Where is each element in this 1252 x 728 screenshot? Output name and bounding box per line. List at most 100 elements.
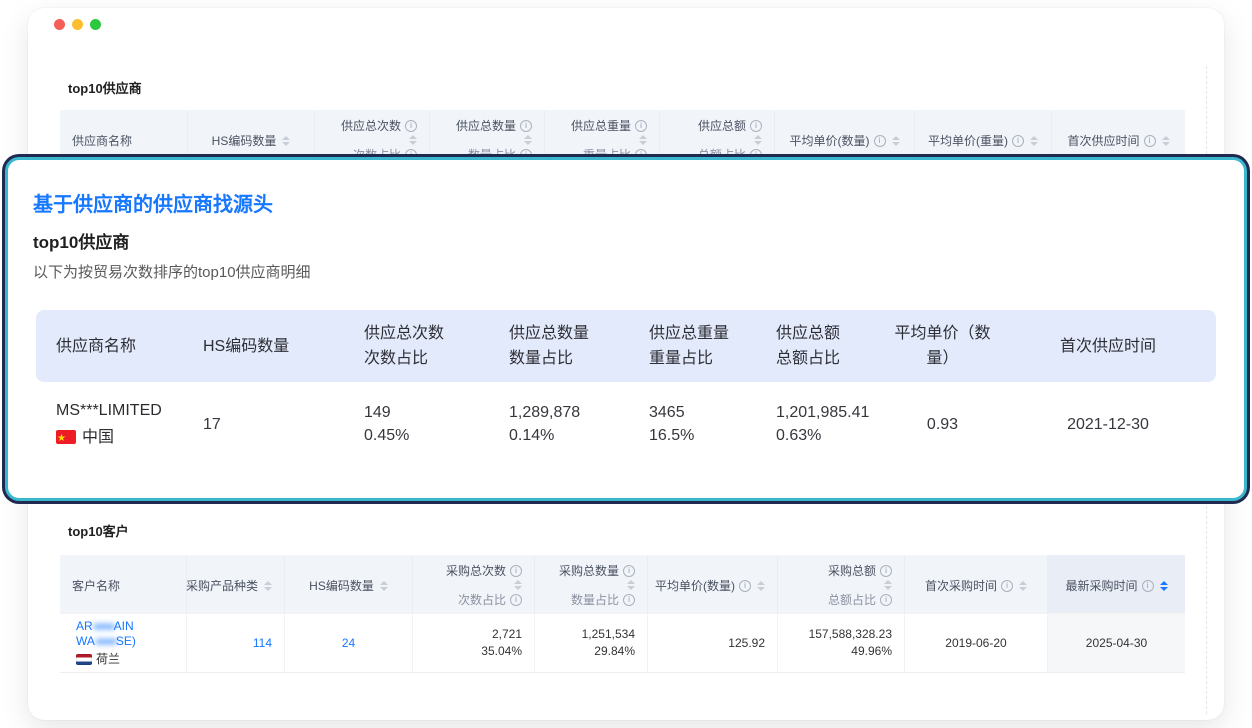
- table-cell: 2019-06-20: [905, 614, 1048, 672]
- table-cell[interactable]: 114: [187, 614, 285, 672]
- column-header[interactable]: 采购总额i总额占比i: [778, 555, 905, 613]
- column-label: 供应总额: [776, 321, 840, 346]
- cell-value: 3465: [649, 401, 685, 424]
- cell-value: 29.84%: [594, 643, 635, 660]
- cell-value: 49.96%: [851, 643, 892, 660]
- column-header[interactable]: HS编码数量: [285, 555, 413, 613]
- info-icon[interactable]: i: [520, 120, 532, 132]
- info-icon[interactable]: i: [1142, 580, 1154, 592]
- close-button[interactable]: [54, 19, 65, 30]
- column-label: 采购产品种类: [186, 577, 258, 594]
- table-cell: 157,588,328.2349.96%: [778, 614, 905, 672]
- info-icon[interactable]: i: [405, 120, 417, 132]
- header-sort-row: [518, 134, 532, 146]
- customer-name-line: WA●●●●SE): [76, 634, 136, 649]
- column-label: HS编码数量: [309, 577, 374, 594]
- column-header[interactable]: 首次采购时间i: [905, 555, 1048, 613]
- cell-value: 0.45%: [364, 424, 409, 447]
- column-label: 平均单价(数量): [655, 577, 735, 594]
- sort-caret-icon: [1160, 581, 1168, 591]
- supplier-name: MS***LIMITED: [56, 400, 162, 422]
- table-cell: 125.92: [648, 614, 778, 672]
- column-header[interactable]: 采购总数量 i 数量占比 i: [535, 555, 648, 613]
- column-sublabel: 数量占比: [571, 591, 619, 608]
- name-segment: SE): [116, 634, 136, 648]
- name-segment: WA: [76, 634, 95, 648]
- info-icon[interactable]: i: [750, 120, 762, 132]
- column-header: 客户名称: [60, 555, 187, 613]
- column-label: 采购总次数: [446, 562, 506, 579]
- customer-name-cell[interactable]: AR●●●●AINWA●●●●SE)荷兰: [60, 614, 187, 672]
- info-icon[interactable]: i: [880, 565, 892, 577]
- minimize-button[interactable]: [72, 19, 83, 30]
- customers-table-row: AR●●●●AINWA●●●●SE)荷兰114242,72135.04%1,25…: [60, 613, 1185, 673]
- column-label: 次数占比: [364, 346, 428, 371]
- cell-value: 16.5%: [649, 424, 694, 447]
- info-icon[interactable]: i: [874, 135, 886, 147]
- column-label: 供应总额: [698, 117, 746, 134]
- column-label: 供应总次数: [364, 321, 444, 346]
- sort-ascend-icon: [264, 581, 272, 585]
- sort-descend-icon: [1030, 142, 1038, 146]
- header-label-row: 采购总数量 i: [559, 562, 635, 579]
- overlay-column-header: 供应总重量重量占比: [635, 310, 762, 382]
- column-label: 平均单价(重量): [928, 132, 1008, 149]
- info-icon[interactable]: i: [1012, 135, 1024, 147]
- netherlands-flag-icon: [76, 654, 92, 665]
- column-label: 采购总数量: [559, 562, 619, 579]
- info-icon[interactable]: i: [880, 594, 892, 606]
- sort-ascend-icon: [892, 136, 900, 140]
- overlay-table-cell: 1,289,8780.14%: [495, 388, 635, 460]
- sort-ascend-icon: [754, 135, 762, 139]
- header-sort-row: [633, 134, 647, 146]
- column-header[interactable]: 采购总次数i次数占比i: [413, 555, 535, 613]
- column-header[interactable]: 采购产品种类: [187, 555, 285, 613]
- column-label: 供应商名称: [72, 132, 132, 149]
- header-label-row: 采购产品种类: [199, 562, 272, 609]
- sort-descend-icon: [639, 141, 647, 145]
- zoom-button[interactable]: [90, 19, 101, 30]
- name-segment: ●●●●: [95, 634, 116, 648]
- overlay-table-cell: 17: [190, 388, 350, 460]
- info-icon[interactable]: i: [510, 594, 522, 606]
- supplier-name-cell: MS***LIMITED中国: [36, 388, 190, 460]
- sort-descend-icon: [514, 586, 522, 590]
- column-label: 平均单价（数量）: [885, 321, 1000, 371]
- header-label-row: 客户名称: [72, 562, 174, 609]
- column-label: 重量占比: [649, 346, 713, 371]
- header-sublabel-row: 数量占比 i: [571, 591, 635, 608]
- sort-descend-icon: [1162, 142, 1170, 146]
- sort-ascend-icon: [639, 135, 647, 139]
- info-icon[interactable]: i: [510, 565, 522, 577]
- overlay-column-header: HS编码数量: [190, 310, 350, 382]
- cell-value: 2019-06-20: [945, 635, 1006, 652]
- column-header[interactable]: 平均单价(数量) i: [648, 555, 778, 613]
- header-sort-row: [748, 134, 762, 146]
- overlay-column-header: 供应总次数次数占比: [350, 310, 495, 382]
- info-icon[interactable]: i: [1001, 580, 1013, 592]
- overlay-table-cell: 346516.5%: [635, 388, 762, 460]
- country-row: 荷兰: [76, 651, 120, 668]
- overlay-column-header: 供应总额总额占比: [762, 310, 885, 382]
- sort-caret-icon: [409, 135, 417, 145]
- column-header[interactable]: 最新采购时间i: [1048, 555, 1185, 613]
- cell-value: 114: [253, 635, 272, 652]
- sort-caret-icon: [264, 581, 272, 591]
- column-label: 采购总额: [828, 562, 876, 579]
- sort-descend-icon: [892, 142, 900, 146]
- sort-ascend-icon: [1160, 581, 1168, 585]
- header-sort-row: [878, 579, 892, 591]
- info-icon[interactable]: i: [623, 594, 635, 606]
- table-cell[interactable]: 24: [285, 614, 413, 672]
- name-segment: ●●●●: [93, 619, 114, 633]
- header-label-row: 供应总额 i: [698, 117, 762, 134]
- column-label: 平均单价(数量): [790, 132, 870, 149]
- header-label-row: 供应总次数i: [341, 117, 417, 134]
- cell-value: 157,588,328.23: [809, 626, 892, 643]
- info-icon[interactable]: i: [635, 120, 647, 132]
- sort-descend-icon: [264, 587, 272, 591]
- sort-caret-icon: [627, 580, 635, 590]
- info-icon[interactable]: i: [739, 580, 751, 592]
- info-icon[interactable]: i: [623, 565, 635, 577]
- info-icon[interactable]: i: [1144, 135, 1156, 147]
